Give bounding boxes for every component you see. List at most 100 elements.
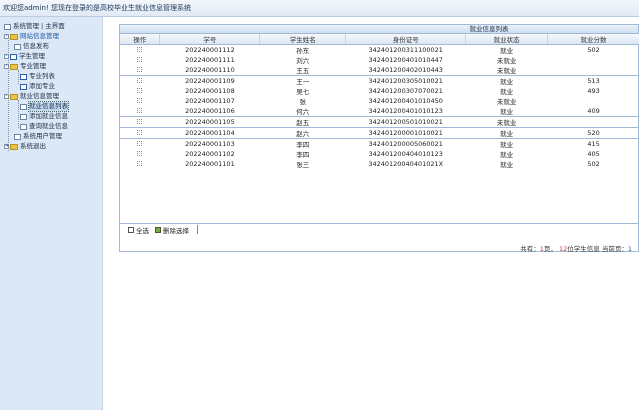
col-header-status: 就业状态 (465, 34, 549, 45)
folder-open-icon (10, 33, 18, 40)
cell-name: 王五 (296, 67, 310, 75)
cell-score: 502 (587, 46, 600, 54)
table-row[interactable]: 202240001105 赵五 342401200501010021 未就业 (120, 116, 639, 128)
cell-student-no: 202240001108 (185, 87, 235, 95)
sidebar-item-employment[interactable]: - 就业信息管理 (4, 92, 59, 101)
sidebar-item-add-employment[interactable]: 添加就业信息 (20, 112, 68, 121)
cell-name: 何六 (296, 108, 310, 116)
cell-student-no: 202240001106 (185, 107, 235, 115)
table-row[interactable]: 202240001101 张三 34240120040401021X 就业 502 (120, 159, 639, 169)
row-select-checkbox[interactable] (120, 127, 160, 139)
expand-icon[interactable]: + (4, 144, 9, 149)
page-icon (20, 123, 27, 130)
sidebar-top-links: 系统管理 | 主界面 (4, 22, 65, 31)
cell-name: 赵五 (259, 116, 346, 128)
sidebar-item-logout[interactable]: + 系统退出 (4, 142, 46, 151)
checkbox-icon (137, 151, 143, 156)
sidebar-item-query-employment[interactable]: 查询就业信息 (20, 122, 68, 131)
cell-name: 王一 (259, 75, 346, 86)
table-row[interactable]: 202240001111 刘六 342401200401010447 未就业 (120, 55, 639, 65)
sidebar-link-main[interactable]: 主界面 (45, 22, 65, 31)
cell-name: 李四 (259, 138, 346, 149)
cell-name: 吴七 (296, 88, 310, 96)
row-select-checkbox[interactable] (120, 116, 160, 128)
checkbox-icon (137, 141, 143, 146)
cell-score: 405 (587, 150, 600, 158)
cell-student-no: 202240001102 (185, 150, 235, 158)
sidebar-item-publish[interactable]: 信息发布 (14, 42, 49, 51)
checkbox-icon (137, 130, 143, 135)
folder-icon (10, 143, 18, 150)
table-row[interactable]: 202240001112 孙东 342401200311100021 就业 502 (120, 45, 639, 56)
table-row[interactable]: 202240001102 李四 342401200404010123 就业 405 (120, 149, 639, 159)
table-row[interactable]: 202240001106 何六 342401200401010123 就业 409 (120, 106, 639, 117)
sidebar-item-employment-list[interactable]: 就业信息列表 (20, 101, 69, 112)
row-select-checkbox[interactable] (120, 75, 160, 86)
table-row[interactable]: 202240001107 张 342401200401010450 未就业 (120, 96, 639, 106)
sidebar-item-major-list[interactable]: 专业列表 (20, 72, 55, 81)
sidebar-item-add-major[interactable]: 添加专业 (20, 82, 55, 91)
col-header-action: 操作 (120, 34, 161, 45)
home-icon (4, 23, 11, 30)
row-select-checkbox[interactable] (120, 149, 160, 159)
cell-student-no: 202240001104 (159, 127, 260, 139)
delete-icon (155, 226, 161, 233)
checkbox-icon (137, 119, 143, 124)
row-select-checkbox[interactable] (120, 96, 160, 106)
cell-student-no: 202240001112 (185, 46, 235, 54)
collapse-icon[interactable]: - (4, 64, 9, 69)
sidebar-item-system-users[interactable]: 系统用户管理 (14, 132, 62, 141)
row-select-checkbox[interactable] (120, 159, 160, 169)
col-header-student-no: 学号 (159, 34, 261, 45)
table-header: 操作 学号 学生姓名 身份证号 就业状态 就业分数 (120, 34, 639, 45)
cell-student-no: 202240001109 (159, 75, 260, 86)
collapse-icon[interactable]: - (4, 34, 9, 39)
table-row[interactable]: 202240001109 王一 342401200305010021 就业 513 (120, 75, 639, 86)
cell-score (548, 65, 639, 76)
col-header-score: 就业分数 (547, 34, 639, 45)
table-row[interactable]: 202240001104 赵六 342401200001010021 就业 520 (120, 127, 639, 139)
cell-student-no: 202240001103 (159, 138, 260, 149)
row-select-checkbox[interactable] (120, 138, 160, 149)
row-select-checkbox[interactable] (120, 86, 160, 96)
page-icon (14, 43, 21, 50)
cell-id: 342401200402010443 (368, 66, 443, 74)
cell-name: 李四 (296, 151, 310, 159)
cell-student-no: 202240001111 (185, 56, 235, 64)
cell-id: 342401200501010021 (345, 116, 466, 128)
cell-score (547, 116, 639, 128)
table-row[interactable]: 202240001103 李四 342401200005060021 就业 415 (120, 138, 639, 149)
panel-title: 就业信息列表 (120, 25, 638, 34)
tree-guide (18, 70, 19, 84)
pager: 共有：1页， 12位学生信息 当前页：1 (520, 245, 632, 253)
row-select-checkbox[interactable] (120, 65, 160, 76)
header-bar: 欢迎您admin! 您现在登录的是高校毕业生就业信息管理系统 (0, 0, 639, 17)
table-row[interactable]: 202240001108 吴七 342401200307070021 就业 493 (120, 86, 639, 96)
cell-name: 刘六 (296, 57, 310, 65)
checkbox-icon (128, 226, 134, 233)
row-select-checkbox[interactable] (120, 55, 160, 65)
cell-name: 张三 (296, 161, 310, 169)
delete-selected-button[interactable]: 删除选择 (155, 225, 189, 235)
checkbox-icon (137, 78, 143, 83)
collapse-icon[interactable]: - (4, 54, 9, 59)
cell-student-no: 202240001107 (185, 97, 235, 105)
cell-status: 未就业 (496, 57, 517, 65)
header-title: 欢迎您admin! 您现在登录的是高校毕业生就业信息管理系统 (3, 4, 191, 12)
sidebar-item-students[interactable]: - 学生管理 (4, 52, 45, 61)
table-row[interactable]: 202240001110 王五 342401200402010443 未就业 (120, 65, 639, 76)
cell-status: 就业 (500, 47, 514, 55)
sidebar-item-site-info[interactable]: - 网站信息管理 (4, 32, 59, 41)
sidebar-link-system[interactable]: 系统管理 (13, 22, 39, 31)
cell-id: 342401200307070021 (368, 87, 443, 95)
cell-status: 未就业 (496, 98, 517, 106)
cell-id: 342401200311100021 (368, 46, 443, 54)
row-select-checkbox[interactable] (120, 106, 160, 117)
cell-name: 张 (299, 98, 307, 106)
collapse-icon[interactable]: - (4, 94, 9, 99)
row-select-checkbox[interactable] (120, 45, 160, 56)
sidebar-item-majors[interactable]: - 专业管理 (4, 62, 46, 71)
select-all-button[interactable]: 全选 (128, 225, 149, 235)
tree-guide (18, 100, 19, 128)
table-toolbar: 全选 删除选择 (120, 223, 639, 235)
